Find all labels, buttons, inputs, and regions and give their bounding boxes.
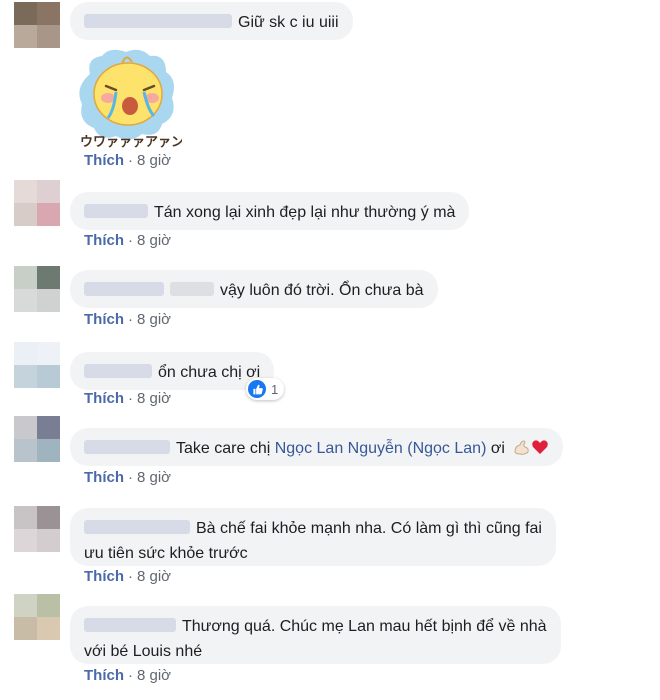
timestamp[interactable]: 8 giờ — [137, 469, 171, 486]
comment-actions: Thích · 8 giờ — [84, 667, 171, 684]
like-link[interactable]: Thích — [84, 390, 124, 407]
timestamp[interactable]: 8 giờ — [137, 667, 171, 684]
comment-bubble: ổn chưa chị ơi — [70, 352, 275, 390]
avatar[interactable] — [14, 180, 60, 226]
comment-text-end: ơi — [486, 440, 505, 457]
comment-text-line1: Bà chế fai khỏe mạnh nha. Có làm gì thì … — [196, 520, 542, 537]
comment-text: Giữ sk c iu uiii — [238, 14, 339, 31]
comment-actions: Thích · 8 giờ — [84, 311, 171, 328]
comment-actions: Thích · 8 giờ — [84, 152, 171, 169]
comment-actions: Thích · 8 giờ — [84, 232, 171, 249]
like-link[interactable]: Thích — [84, 311, 124, 328]
comment-bubble: Bà chế fai khỏe mạnh nha. Có làm gì thì … — [70, 508, 556, 566]
red-heart-icon — [531, 438, 549, 464]
crying-chick-sticker: ウワァァァアァン!! — [72, 44, 196, 152]
reaction-count[interactable]: 1 — [246, 378, 285, 400]
separator: · — [128, 469, 133, 486]
like-link[interactable]: Thích — [84, 568, 124, 585]
separator: · — [128, 568, 133, 585]
separator: · — [128, 152, 133, 169]
comment-bubble: vậy luôn đó trời. Ổn chưa bà — [70, 270, 438, 308]
avatar[interactable] — [14, 2, 60, 48]
like-link[interactable]: Thích — [84, 469, 124, 486]
timestamp[interactable]: 8 giờ — [137, 390, 171, 407]
like-link[interactable]: Thích — [84, 232, 124, 249]
mentioned-name[interactable] — [170, 282, 214, 296]
comment-bubble: Take care chị Ngọc Lan Nguyễn (Ngọc Lan)… — [70, 428, 564, 466]
avatar[interactable] — [14, 266, 60, 312]
comment-bubble: Tán xong lại xinh đẹp lại như thường ý m… — [70, 192, 470, 230]
separator: · — [128, 667, 133, 684]
comment-bubble: Thương quá. Chúc mẹ Lan mau hết bịnh để … — [70, 606, 561, 664]
sticker-text: ウワァァァアァン!! — [80, 135, 182, 150]
commenter-name[interactable] — [84, 204, 148, 218]
like-link[interactable]: Thích — [84, 667, 124, 684]
mention-link[interactable]: Ngọc Lan Nguyễn (Ngọc Lan) — [275, 440, 487, 457]
flexed-biceps-icon — [513, 438, 531, 464]
comment-text: ổn chưa chị ơi — [158, 364, 261, 381]
separator: · — [128, 232, 133, 249]
comment-text: Take care chị — [176, 440, 275, 457]
comment-actions: Thích · 8 giờ — [84, 390, 171, 407]
comment-text: vậy luôn đó trời. Ổn chưa bà — [220, 282, 424, 299]
separator: · — [128, 390, 133, 407]
comment-bubble: Giữ sk c iu uiii — [70, 2, 353, 40]
avatar[interactable] — [14, 594, 60, 640]
commenter-name[interactable] — [84, 14, 232, 28]
commenter-name[interactable] — [84, 618, 176, 632]
like-link[interactable]: Thích — [84, 152, 124, 169]
comment-text-line2: với bé Louis nhé — [84, 643, 203, 660]
commenter-name[interactable] — [84, 364, 152, 378]
comment-actions: Thích · 8 giờ — [84, 469, 171, 486]
avatar[interactable] — [14, 506, 60, 552]
avatar[interactable] — [14, 342, 60, 388]
commenter-name[interactable] — [84, 282, 164, 296]
reaction-count-text: 1 — [271, 381, 279, 397]
timestamp[interactable]: 8 giờ — [137, 152, 171, 169]
comment-text: Tán xong lại xinh đẹp lại như thường ý m… — [154, 204, 456, 221]
like-reaction-icon — [248, 380, 266, 398]
comment-text-line2: ưu tiên sức khỏe trước — [84, 545, 248, 562]
commenter-name[interactable] — [84, 440, 170, 454]
timestamp[interactable]: 8 giờ — [137, 568, 171, 585]
timestamp[interactable]: 8 giờ — [137, 232, 171, 249]
timestamp[interactable]: 8 giờ — [137, 311, 171, 328]
comment-actions: Thích · 8 giờ — [84, 568, 171, 585]
comment-text-line1: Thương quá. Chúc mẹ Lan mau hết bịnh để … — [182, 618, 547, 635]
avatar[interactable] — [14, 416, 60, 462]
commenter-name[interactable] — [84, 520, 190, 534]
separator: · — [128, 311, 133, 328]
